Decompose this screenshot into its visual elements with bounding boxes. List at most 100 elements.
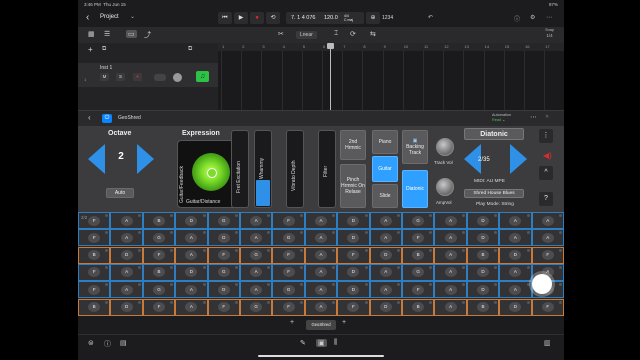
fret-cell[interactable]: D — [207, 281, 240, 299]
cycle-icon[interactable]: ⟲ — [266, 12, 280, 24]
fret-cell[interactable]: G — [142, 281, 176, 299]
track-vol-knob[interactable] — [436, 138, 454, 156]
fret-cell[interactable]: A — [531, 212, 564, 229]
fret-cell[interactable]: A — [110, 212, 143, 229]
fret-cell[interactable]: B — [142, 263, 176, 281]
auto-button[interactable]: Auto — [106, 188, 134, 198]
fret-cell[interactable]: A — [369, 212, 402, 229]
fret-cell[interactable]: A — [304, 212, 338, 229]
chevron-down-icon[interactable]: ⌄ — [130, 13, 135, 20]
more-icon[interactable]: ⋯ — [546, 14, 552, 21]
fret-cell[interactable]: G — [240, 246, 273, 264]
fret-cell[interactable]: B — [78, 246, 111, 264]
fret-cell[interactable]: F — [272, 246, 305, 264]
help-icon[interactable]: ⓘ — [514, 14, 520, 23]
fret-cell[interactable]: G — [272, 229, 305, 247]
more-options-icon[interactable]: ⋮ — [539, 129, 553, 143]
backing-track-button[interactable]: ▣ Backing Track — [402, 130, 428, 164]
fret-cell[interactable]: D — [466, 212, 500, 229]
info-icon[interactable]: ⓘ — [104, 339, 111, 349]
fret-cell[interactable]: A — [531, 229, 564, 247]
project-title[interactable]: Project — [100, 14, 119, 20]
rewind-button[interactable]: ⏮ — [218, 12, 232, 24]
power-icon[interactable]: ⏻ — [102, 114, 112, 123]
fret-cell[interactable]: F — [272, 263, 305, 281]
automation-mode[interactable]: Lnear — [296, 31, 317, 39]
fret-cell[interactable]: F — [78, 263, 111, 281]
track-name[interactable]: Inst 1 — [100, 65, 112, 71]
metronome-icon[interactable]: ⊕ — [366, 12, 380, 24]
fret-cell[interactable]: D — [110, 298, 143, 316]
fret-cell[interactable]: D — [369, 298, 402, 316]
duplicate-icon[interactable]: ⧉ — [102, 46, 106, 53]
vibrato-depth-slider[interactable]: Vibrato Depth — [286, 130, 304, 208]
controls-icon[interactable]: ⫼ — [334, 339, 337, 347]
fret-cell[interactable]: F — [402, 229, 435, 247]
guitar-button[interactable]: Guitar — [372, 156, 398, 182]
solo-button[interactable]: S — [116, 73, 125, 81]
fret-cell[interactable]: D — [175, 263, 208, 281]
chevron-up-icon[interactable]: ^ — [539, 166, 553, 180]
cursor-icon[interactable]: ⌶ — [334, 30, 338, 38]
fret-cell[interactable]: A — [240, 263, 273, 281]
keyboard-icon[interactable]: ▥ — [544, 339, 551, 347]
fret-cell[interactable]: F — [78, 281, 111, 299]
expression-puck[interactable] — [192, 153, 230, 191]
fret-excitation-slider[interactable]: Fret Excitation — [231, 130, 249, 208]
fret-cell[interactable]: D — [337, 212, 370, 229]
fret-cell[interactable]: A — [110, 281, 143, 299]
fret-cell[interactable]: A — [434, 281, 467, 299]
add-track-icon[interactable]: + — [88, 45, 93, 54]
fret-cell[interactable]: D — [175, 212, 208, 229]
fret-cell[interactable]: F — [337, 246, 370, 264]
automation-icon[interactable]: ⤴ — [144, 30, 151, 40]
fret-cell[interactable]: A — [304, 263, 338, 281]
fret-cell[interactable]: B — [402, 298, 435, 316]
amp-vol-knob[interactable] — [436, 178, 454, 196]
lcd-display[interactable]: 7. 1 4 076 120.0 4/4 C maj — [286, 12, 364, 24]
timeline[interactable]: 1 2 3 4 5 6 7 8 9 10 11 12 13 14 15 16 17 — [218, 43, 564, 110]
fret-cell[interactable]: A — [434, 212, 467, 229]
fretboard[interactable]: FABDGAFADAGADAAFAGADAGADAFADAABDFAFGFAFD… — [78, 212, 564, 316]
octave-up-arrow-icon[interactable] — [137, 144, 154, 174]
fret-cell[interactable]: A — [434, 263, 467, 281]
fret-cell[interactable]: D — [207, 229, 240, 247]
fret-cell[interactable]: A — [110, 263, 143, 281]
fret-cell[interactable]: F — [78, 229, 111, 247]
fret-cell[interactable]: F — [207, 298, 240, 316]
ruler[interactable]: 1 2 3 4 5 6 7 8 9 10 11 12 13 14 15 16 17 — [218, 43, 564, 51]
fret-cell[interactable]: D — [466, 281, 500, 299]
fret-cell[interactable]: A — [434, 298, 467, 316]
instrument-icon[interactable]: ♫ — [196, 71, 209, 82]
pinch-harmonic-button[interactable]: Pinch Hrmnic On Relase — [340, 164, 366, 208]
scale-next-arrow-icon[interactable] — [510, 144, 527, 174]
snap-control[interactable]: Snap 1/4 — [545, 28, 554, 38]
filter-slider[interactable]: Filter — [318, 130, 336, 208]
fret-cell[interactable]: D — [466, 229, 500, 247]
fret-cell[interactable]: B — [466, 246, 500, 264]
undo-icon[interactable]: ↶ — [428, 14, 433, 21]
tracks-view-icon[interactable]: ▭ — [126, 30, 137, 38]
fret-cell[interactable]: D — [499, 298, 532, 316]
plugin-tab[interactable]: GeoShred — [306, 320, 336, 330]
fret-cell[interactable]: A — [175, 298, 208, 316]
fret-cell[interactable]: A — [175, 246, 208, 264]
browser-icon[interactable]: ▦ — [88, 30, 95, 38]
add-plugin-left-icon[interactable]: + — [290, 319, 294, 326]
fret-cell[interactable]: A — [304, 229, 338, 247]
fret-cell[interactable]: B — [142, 212, 176, 229]
count-in[interactable]: 1234 — [382, 12, 402, 24]
fret-cell[interactable]: F — [272, 212, 305, 229]
fret-cell[interactable]: A — [499, 281, 532, 299]
plugin-view-icon[interactable]: ▣ — [316, 339, 327, 347]
record-arm-button[interactable]: ● — [133, 73, 142, 81]
fret-cell[interactable]: A — [499, 263, 532, 281]
fret-cell[interactable]: D — [499, 246, 532, 264]
fret-cell[interactable]: A — [369, 281, 402, 299]
speaker-icon[interactable]: ◀) — [543, 151, 552, 160]
fret-cell[interactable]: F — [272, 298, 305, 316]
scissors-icon[interactable]: ✂ — [278, 30, 284, 38]
settings-icon[interactable]: ⚙ — [530, 14, 535, 21]
plugin-more-icon[interactable]: ⋯ — [530, 113, 537, 121]
fret-cell[interactable]: A — [304, 246, 338, 264]
